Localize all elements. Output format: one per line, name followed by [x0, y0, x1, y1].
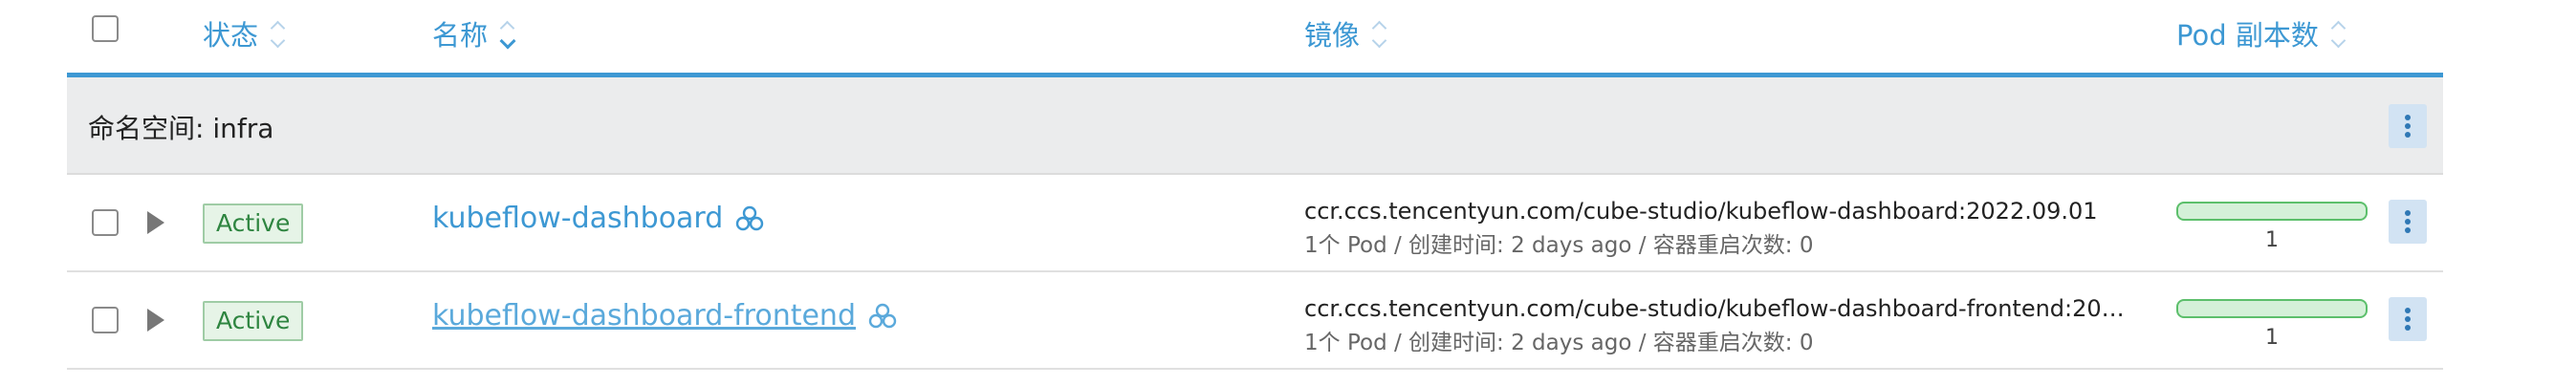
pod-meta: 1个 Pod / 创建时间: 2 days ago / 容器重启次数: 0: [1304, 233, 1814, 258]
expand-triangle-icon[interactable]: [147, 211, 164, 234]
pod-progress-bar: [2176, 299, 2368, 318]
pod-count: 1: [2265, 228, 2279, 252]
image-cell: ccr.ccs.tencentyun.com/cube-studio/kubef…: [1304, 198, 2136, 259]
sort-icon[interactable]: [2332, 17, 2346, 50]
row-checkbox[interactable]: [92, 209, 119, 236]
table-row: Active kubeflow-dashboard ccr.ccs.tencen…: [67, 175, 2443, 272]
row-kebab-menu-icon[interactable]: [2389, 297, 2427, 341]
select-all-checkbox[interactable]: [92, 15, 119, 42]
workload-name[interactable]: kubeflow-dashboard: [432, 202, 723, 235]
status-badge: Active: [203, 301, 304, 341]
workload-name[interactable]: kubeflow-dashboard-frontend: [432, 299, 856, 332]
namespace-group-row: 命名空间: infra: [67, 77, 2443, 175]
status-badge: Active: [203, 204, 304, 244]
group-kebab-menu-icon[interactable]: [2389, 104, 2427, 148]
cluster-icon: [736, 205, 764, 230]
image-name: ccr.ccs.tencentyun.com/cube-studio/kubef…: [1304, 198, 2098, 225]
pod-progress-bar: [2176, 202, 2368, 221]
workloads-table: 状态 名称 镜像 Pod 副本数 命名空间: infra Active kube…: [67, 0, 2443, 370]
cluster-icon: [868, 303, 897, 328]
table-row: Active kubeflow-dashboard-frontend ccr.c…: [67, 272, 2443, 370]
workload-name-link[interactable]: kubeflow-dashboard-frontend: [432, 299, 898, 332]
column-header-image[interactable]: 镜像: [1304, 13, 1386, 54]
sort-icon[interactable]: [272, 17, 285, 50]
column-header-state-label: 状态: [203, 19, 259, 52]
column-header-name-label: 名称: [432, 19, 489, 52]
column-header-state[interactable]: 状态: [203, 13, 285, 54]
namespace-group-label: 命名空间: infra: [88, 113, 274, 144]
column-header-pods-label: Pod 副本数: [2176, 19, 2319, 52]
pod-progress-fill: [2178, 301, 2366, 316]
pod-progress-fill: [2178, 204, 2366, 219]
column-header-pods[interactable]: Pod 副本数: [2176, 13, 2346, 54]
image-name: ccr.ccs.tencentyun.com/cube-studio/kubef…: [1304, 295, 2136, 322]
column-header-name[interactable]: 名称: [432, 13, 514, 54]
row-kebab-menu-icon[interactable]: [2389, 200, 2427, 244]
pod-replicas-cell: 1: [2176, 202, 2368, 252]
row-checkbox[interactable]: [92, 307, 119, 333]
expand-triangle-icon[interactable]: [147, 309, 164, 332]
column-header-image-label: 镜像: [1304, 19, 1361, 52]
sort-icon[interactable]: [1373, 17, 1386, 50]
pod-replicas-cell: 1: [2176, 299, 2368, 350]
sort-desc-icon[interactable]: [501, 17, 514, 50]
workload-name-link[interactable]: kubeflow-dashboard: [432, 202, 765, 235]
table-header: 状态 名称 镜像 Pod 副本数: [67, 0, 2443, 77]
pod-meta: 1个 Pod / 创建时间: 2 days ago / 容器重启次数: 0: [1304, 331, 1814, 355]
pod-count: 1: [2265, 326, 2279, 350]
image-cell: ccr.ccs.tencentyun.com/cube-studio/kubef…: [1304, 295, 2136, 356]
